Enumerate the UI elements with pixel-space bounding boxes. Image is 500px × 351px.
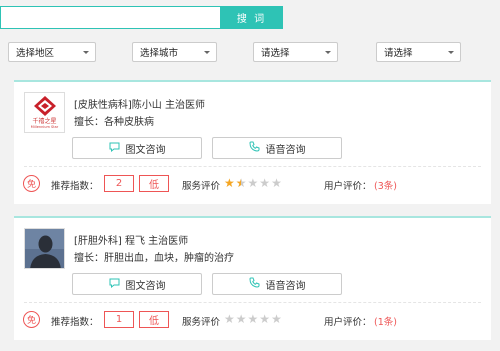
text-consult-button[interactable]: 图文咨询 xyxy=(72,137,202,159)
title-select[interactable]: 请选择 xyxy=(376,42,461,62)
star-empty-icon: ★ xyxy=(259,176,271,190)
doctor-card: 千禧之星 Millennium Star [皮肤性病科]陈小山 主治医师 擅长：… xyxy=(14,80,491,204)
chat-icon xyxy=(109,142,120,155)
avatar[interactable] xyxy=(24,228,65,269)
chevron-down-icon xyxy=(448,51,454,54)
search-bar: 搜 词 xyxy=(0,0,500,32)
doctor-title[interactable]: [皮肤性病科]陈小山 主治医师 xyxy=(74,96,205,111)
voice-consult-label: 语音咨询 xyxy=(265,144,306,156)
index-value: 1 xyxy=(104,311,134,328)
index-label: 推荐指数： xyxy=(51,181,99,192)
phone-icon xyxy=(248,141,260,155)
region-select-label: 选择地区 xyxy=(16,48,55,59)
department-select[interactable]: 请选择 xyxy=(253,42,338,62)
voice-consult-button[interactable]: 语音咨询 xyxy=(212,137,342,159)
doctor-specialty: 擅长：各种皮肤病 xyxy=(74,117,154,128)
user-review-count[interactable]: (1条) xyxy=(374,314,397,328)
text-consult-label: 图文咨询 xyxy=(125,144,166,156)
service-rating-label: 服务评价 xyxy=(182,181,221,192)
index-level: 低 xyxy=(139,175,169,192)
search-button[interactable]: 搜 词 xyxy=(220,6,283,29)
divider xyxy=(24,166,481,167)
doctor-title[interactable]: [肝胆外科] 程飞 主治医师 xyxy=(74,232,188,247)
chat-icon xyxy=(109,278,120,291)
avatar[interactable]: 千禧之星 Millennium Star xyxy=(24,92,65,133)
star-empty-icon: ★ xyxy=(259,312,271,326)
star-empty-icon: ★ xyxy=(271,312,282,326)
doctor-card: [肝胆外科] 程飞 主治医师 擅长：肝胆出血，血块，肿瘤的治疗 图文咨询 语音咨… xyxy=(14,216,491,340)
logo-subtext: Millennium Star xyxy=(30,125,59,129)
chevron-down-icon xyxy=(83,51,89,54)
star-rating: ★ ★★ ★ ★ ★ xyxy=(224,176,283,190)
doctor-stats: 免 推荐指数： 2 低 服务评价 ★ ★★ ★ ★ ★ 用户评价： (3条) xyxy=(14,174,491,194)
user-review-label: 用户评价： xyxy=(324,181,372,192)
doctor-stats: 免 推荐指数： 1 低 服务评价 ★ ★ ★ ★ ★ 用户评价： (1条) xyxy=(14,310,491,330)
search-input[interactable] xyxy=(0,6,220,29)
star-empty-icon: ★ xyxy=(271,176,282,190)
department-select-label: 请选择 xyxy=(261,48,290,59)
star-half-icon: ★★ xyxy=(235,176,247,190)
index-value: 2 xyxy=(104,175,134,192)
title-select-label: 请选择 xyxy=(384,48,413,59)
voice-consult-button[interactable]: 语音咨询 xyxy=(212,273,342,295)
chevron-down-icon xyxy=(204,51,210,54)
filter-bar: 选择地区 选择城市 请选择 请选择 xyxy=(0,37,500,65)
user-review-label: 用户评价： xyxy=(324,317,372,328)
city-select[interactable]: 选择城市 xyxy=(132,42,217,62)
chevron-down-icon xyxy=(325,51,331,54)
star-icon: ★ xyxy=(224,176,235,190)
star-empty-icon: ★ xyxy=(247,176,259,190)
free-badge: 免 xyxy=(23,175,40,192)
doctor-specialty: 擅长：肝胆出血，血块，肿瘤的治疗 xyxy=(74,253,234,264)
user-review-count[interactable]: (3条) xyxy=(374,178,397,192)
index-label: 推荐指数： xyxy=(51,317,99,328)
star-rating: ★ ★ ★ ★ ★ xyxy=(224,312,283,326)
service-rating-label: 服务评价 xyxy=(182,317,221,328)
star-empty-icon: ★ xyxy=(247,312,259,326)
region-select[interactable]: 选择地区 xyxy=(8,42,96,62)
free-badge: 免 xyxy=(23,311,40,328)
star-empty-icon: ★ xyxy=(235,312,247,326)
index-level: 低 xyxy=(139,311,169,328)
text-consult-label: 图文咨询 xyxy=(125,280,166,292)
hospital-logo-icon xyxy=(33,96,56,116)
voice-consult-label: 语音咨询 xyxy=(265,280,306,292)
text-consult-button[interactable]: 图文咨询 xyxy=(72,273,202,295)
star-empty-icon: ★ xyxy=(224,312,235,326)
logo-text: 千禧之星 xyxy=(32,118,57,125)
divider xyxy=(24,302,481,303)
default-person-icon xyxy=(25,229,64,268)
city-select-label: 选择城市 xyxy=(140,48,179,59)
phone-icon xyxy=(248,277,260,291)
